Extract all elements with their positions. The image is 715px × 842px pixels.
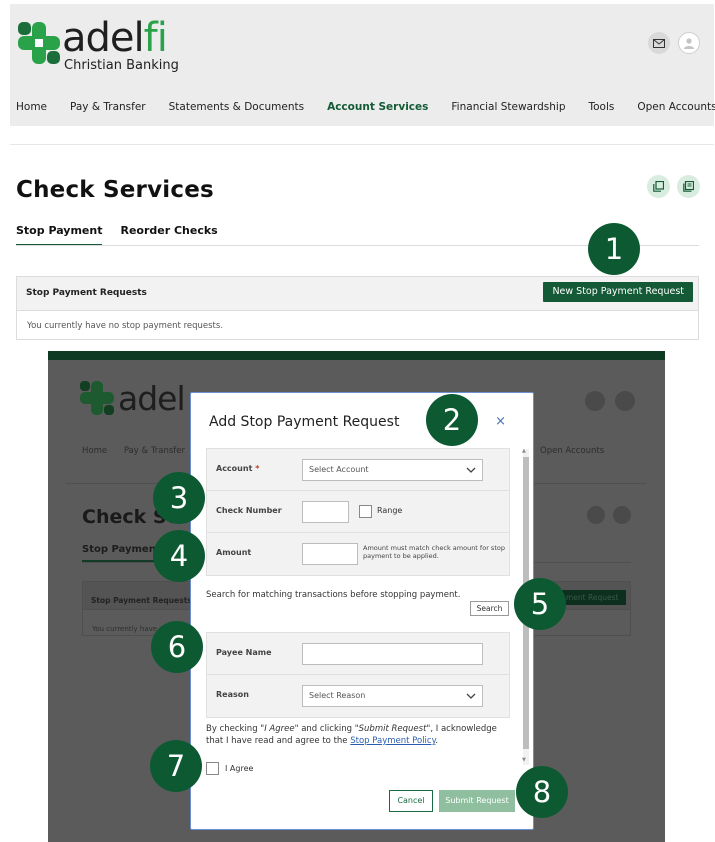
new-stop-payment-button[interactable]: New Stop Payment Request (543, 282, 693, 302)
range-checkbox[interactable] (359, 505, 372, 518)
agree-label: I Agree (225, 764, 254, 773)
cancel-button[interactable]: Cancel (389, 790, 433, 812)
dimmed-nav-pay: Pay & Transfer (123, 446, 186, 456)
nav-statements-documents[interactable]: Statements & Documents (169, 101, 304, 113)
nav-open-accounts[interactable]: Open Accounts (637, 101, 715, 113)
nav-pay-transfer[interactable]: Pay & Transfer (70, 101, 146, 113)
agree-checkbox[interactable] (206, 762, 219, 775)
step-badge-4: 4 (153, 530, 205, 582)
user-icon[interactable] (678, 32, 700, 54)
dimmed-logo-cross-icon (80, 381, 114, 415)
payee-reason-fieldset: Payee Name Reason Select Reason (206, 632, 510, 718)
nav-tools[interactable]: Tools (589, 101, 615, 113)
chevron-down-icon (466, 461, 476, 487)
required-mark: * (255, 464, 260, 473)
empty-message: You currently have no stop payment reque… (27, 321, 224, 331)
step-badge-1: 1 (588, 223, 640, 275)
check-number-input[interactable] (302, 501, 349, 523)
stop-payment-requests-panel: Stop Payment Requests New Stop Payment R… (16, 276, 699, 340)
check-number-label: Check Number (216, 506, 282, 515)
site-header: adelfi Christian Banking Home Pay & Tran… (10, 4, 715, 126)
dimmed-nav-home: Home (82, 446, 108, 456)
modal-title: Add Stop Payment Request (209, 414, 400, 430)
header-divider (10, 144, 714, 145)
reason-select-value: Select Reason (309, 691, 366, 700)
logo-word-accent: fi (143, 15, 168, 61)
payee-row: Payee Name (207, 633, 509, 675)
step-badge-6: 6 (151, 621, 203, 673)
scroll-up-arrow-icon[interactable]: ▲ (522, 448, 526, 454)
close-icon[interactable]: × (495, 414, 506, 429)
add-stop-payment-modal: Add Stop Payment Request × ▲ ▼ Account *… (190, 392, 534, 830)
dimmed-document-icon (613, 506, 631, 524)
dimmed-nav: Home Pay & Transfer (82, 446, 199, 456)
amount-input[interactable] (302, 543, 358, 565)
amount-label: Amount (216, 548, 252, 557)
search-hint: Search for matching transactions before … (206, 590, 461, 600)
acknowledgement-text: By checking "I Agree" and clicking "Subm… (206, 724, 497, 746)
reason-label: Reason (216, 690, 249, 699)
dimmed-logo-word: adel (118, 378, 186, 418)
step-badge-7: 7 (150, 740, 202, 792)
step-badge-8: 8 (516, 766, 568, 818)
dimmed-mail-icon (585, 391, 605, 411)
main-nav: Home Pay & Transfer Statements & Documen… (16, 101, 715, 113)
logo-cross-icon (18, 22, 60, 64)
mail-icon[interactable] (648, 32, 670, 54)
reason-select[interactable]: Select Reason (302, 685, 483, 707)
check-details-fieldset: Account * Select Account Check Number Ra… (206, 448, 510, 576)
range-label: Range (377, 506, 403, 515)
tab-stop-payment[interactable]: Stop Payment (16, 224, 103, 246)
dimmed-nav-open-accounts: Open Accounts (540, 446, 605, 456)
dimmed-new-request-button: ment Request (562, 590, 626, 605)
step-badge-5: 5 (514, 578, 566, 630)
dimmed-user-icon (615, 391, 635, 411)
copy-icon[interactable] (647, 175, 670, 198)
tab-reorder-checks[interactable]: Reorder Checks (120, 224, 217, 246)
logo-word-main: adel (62, 15, 145, 61)
chevron-down-icon (466, 687, 476, 713)
account-select[interactable]: Select Account (302, 459, 483, 481)
logo-subtitle: Christian Banking (64, 58, 179, 73)
check-number-row: Check Number Range (207, 491, 509, 533)
reason-row: Reason Select Reason (207, 675, 509, 717)
account-select-value: Select Account (309, 465, 369, 474)
panel-title: Stop Payment Requests (26, 288, 147, 298)
step-badge-3: 3 (153, 472, 205, 524)
search-button[interactable]: Search (470, 601, 509, 616)
payee-name-label: Payee Name (216, 648, 272, 657)
nav-home[interactable]: Home (16, 101, 47, 113)
amount-row: Amount Amount must match check amount fo… (207, 533, 509, 575)
stop-payment-policy-link[interactable]: Stop Payment Policy (350, 736, 435, 746)
service-tabs: Stop Payment Reorder Checks (16, 224, 236, 246)
account-label: Account (216, 464, 253, 473)
submit-request-button[interactable]: Submit Request (439, 790, 515, 812)
dimmed-copy-icon (587, 506, 605, 524)
document-icon[interactable] (677, 175, 700, 198)
amount-help-text: Amount must match check amount for stop … (363, 544, 505, 560)
page-title: Check Services (16, 177, 214, 203)
brand-logo[interactable]: adelfi Christian Banking (18, 18, 179, 73)
step-badge-2: 2 (426, 394, 478, 446)
scroll-down-arrow-icon[interactable]: ▼ (522, 757, 526, 763)
dimmed-tab-stop-payment: Stop Payment (82, 544, 161, 562)
dimmed-logo: adel (80, 378, 186, 418)
nav-account-services[interactable]: Account Services (327, 101, 428, 113)
nav-financial-stewardship[interactable]: Financial Stewardship (451, 101, 565, 113)
payee-name-input[interactable] (302, 643, 483, 665)
dimmed-panel-title: Stop Payment Requests (91, 596, 192, 605)
account-row: Account * Select Account (207, 449, 509, 491)
